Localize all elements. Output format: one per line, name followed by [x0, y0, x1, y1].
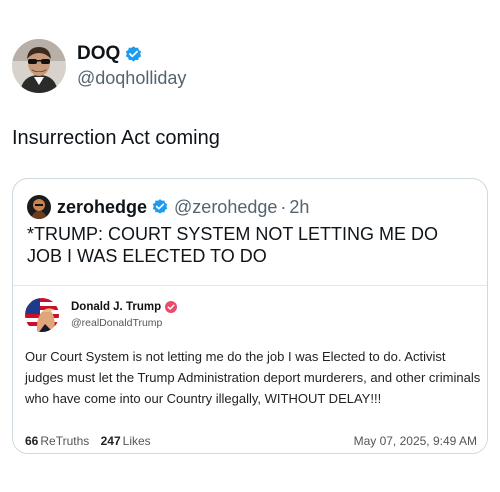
post-header: DOQ @doqholliday: [12, 38, 186, 94]
truth-handle: @realDonaldTrump: [71, 316, 163, 329]
retruths-label: ReTruths: [40, 434, 90, 448]
likes-label: Likes: [122, 434, 151, 448]
quoted-post-header: zerohedge @zerohedge · 2h: [27, 195, 309, 219]
quoted-handle[interactable]: @zerohedge: [174, 196, 277, 218]
truth-timestamp: May 07, 2025, 9:49 AM: [353, 434, 477, 448]
separator-dot: ·: [280, 197, 287, 217]
post-text: Insurrection Act coming: [12, 127, 220, 149]
truth-social-screenshot: Donald J. Trump @realDonaldTrump Our Cou…: [13, 285, 487, 453]
likes-count: 247: [100, 434, 121, 448]
truth-user-avatar: [25, 298, 59, 332]
quoted-timestamp[interactable]: 2h: [289, 196, 309, 218]
user-avatar[interactable]: [12, 39, 66, 93]
truth-footer: 66 ReTruths 247 Likes May 07, 2025, 9:49 A…: [25, 434, 477, 448]
retruths-count: 66: [25, 434, 39, 448]
quoted-user-avatar[interactable]: [27, 195, 51, 219]
truth-stats: 66 ReTruths 247 Likes: [25, 434, 159, 448]
quoted-display-name[interactable]: zerohedge: [57, 196, 147, 218]
user-handle[interactable]: @doqholliday: [77, 67, 186, 89]
display-name[interactable]: DOQ: [77, 43, 120, 65]
quoted-post-card[interactable]: zerohedge @zerohedge · 2h *TRUMP: COURT …: [12, 178, 488, 454]
post-author: DOQ @doqholliday: [77, 43, 186, 89]
truth-verified-badge-icon: [165, 301, 178, 313]
truth-header: Donald J. Trump @realDonaldTrump: [25, 298, 178, 332]
truth-display-name: Donald J. Trump: [71, 300, 162, 313]
truth-text: Our Court System is not letting me do th…: [25, 349, 481, 406]
verified-badge-icon: [124, 45, 143, 64]
quoted-verified-badge-icon: [151, 198, 169, 216]
quoted-post-text: *TRUMP: COURT SYSTEM NOT LETTING ME DO J…: [27, 224, 439, 266]
